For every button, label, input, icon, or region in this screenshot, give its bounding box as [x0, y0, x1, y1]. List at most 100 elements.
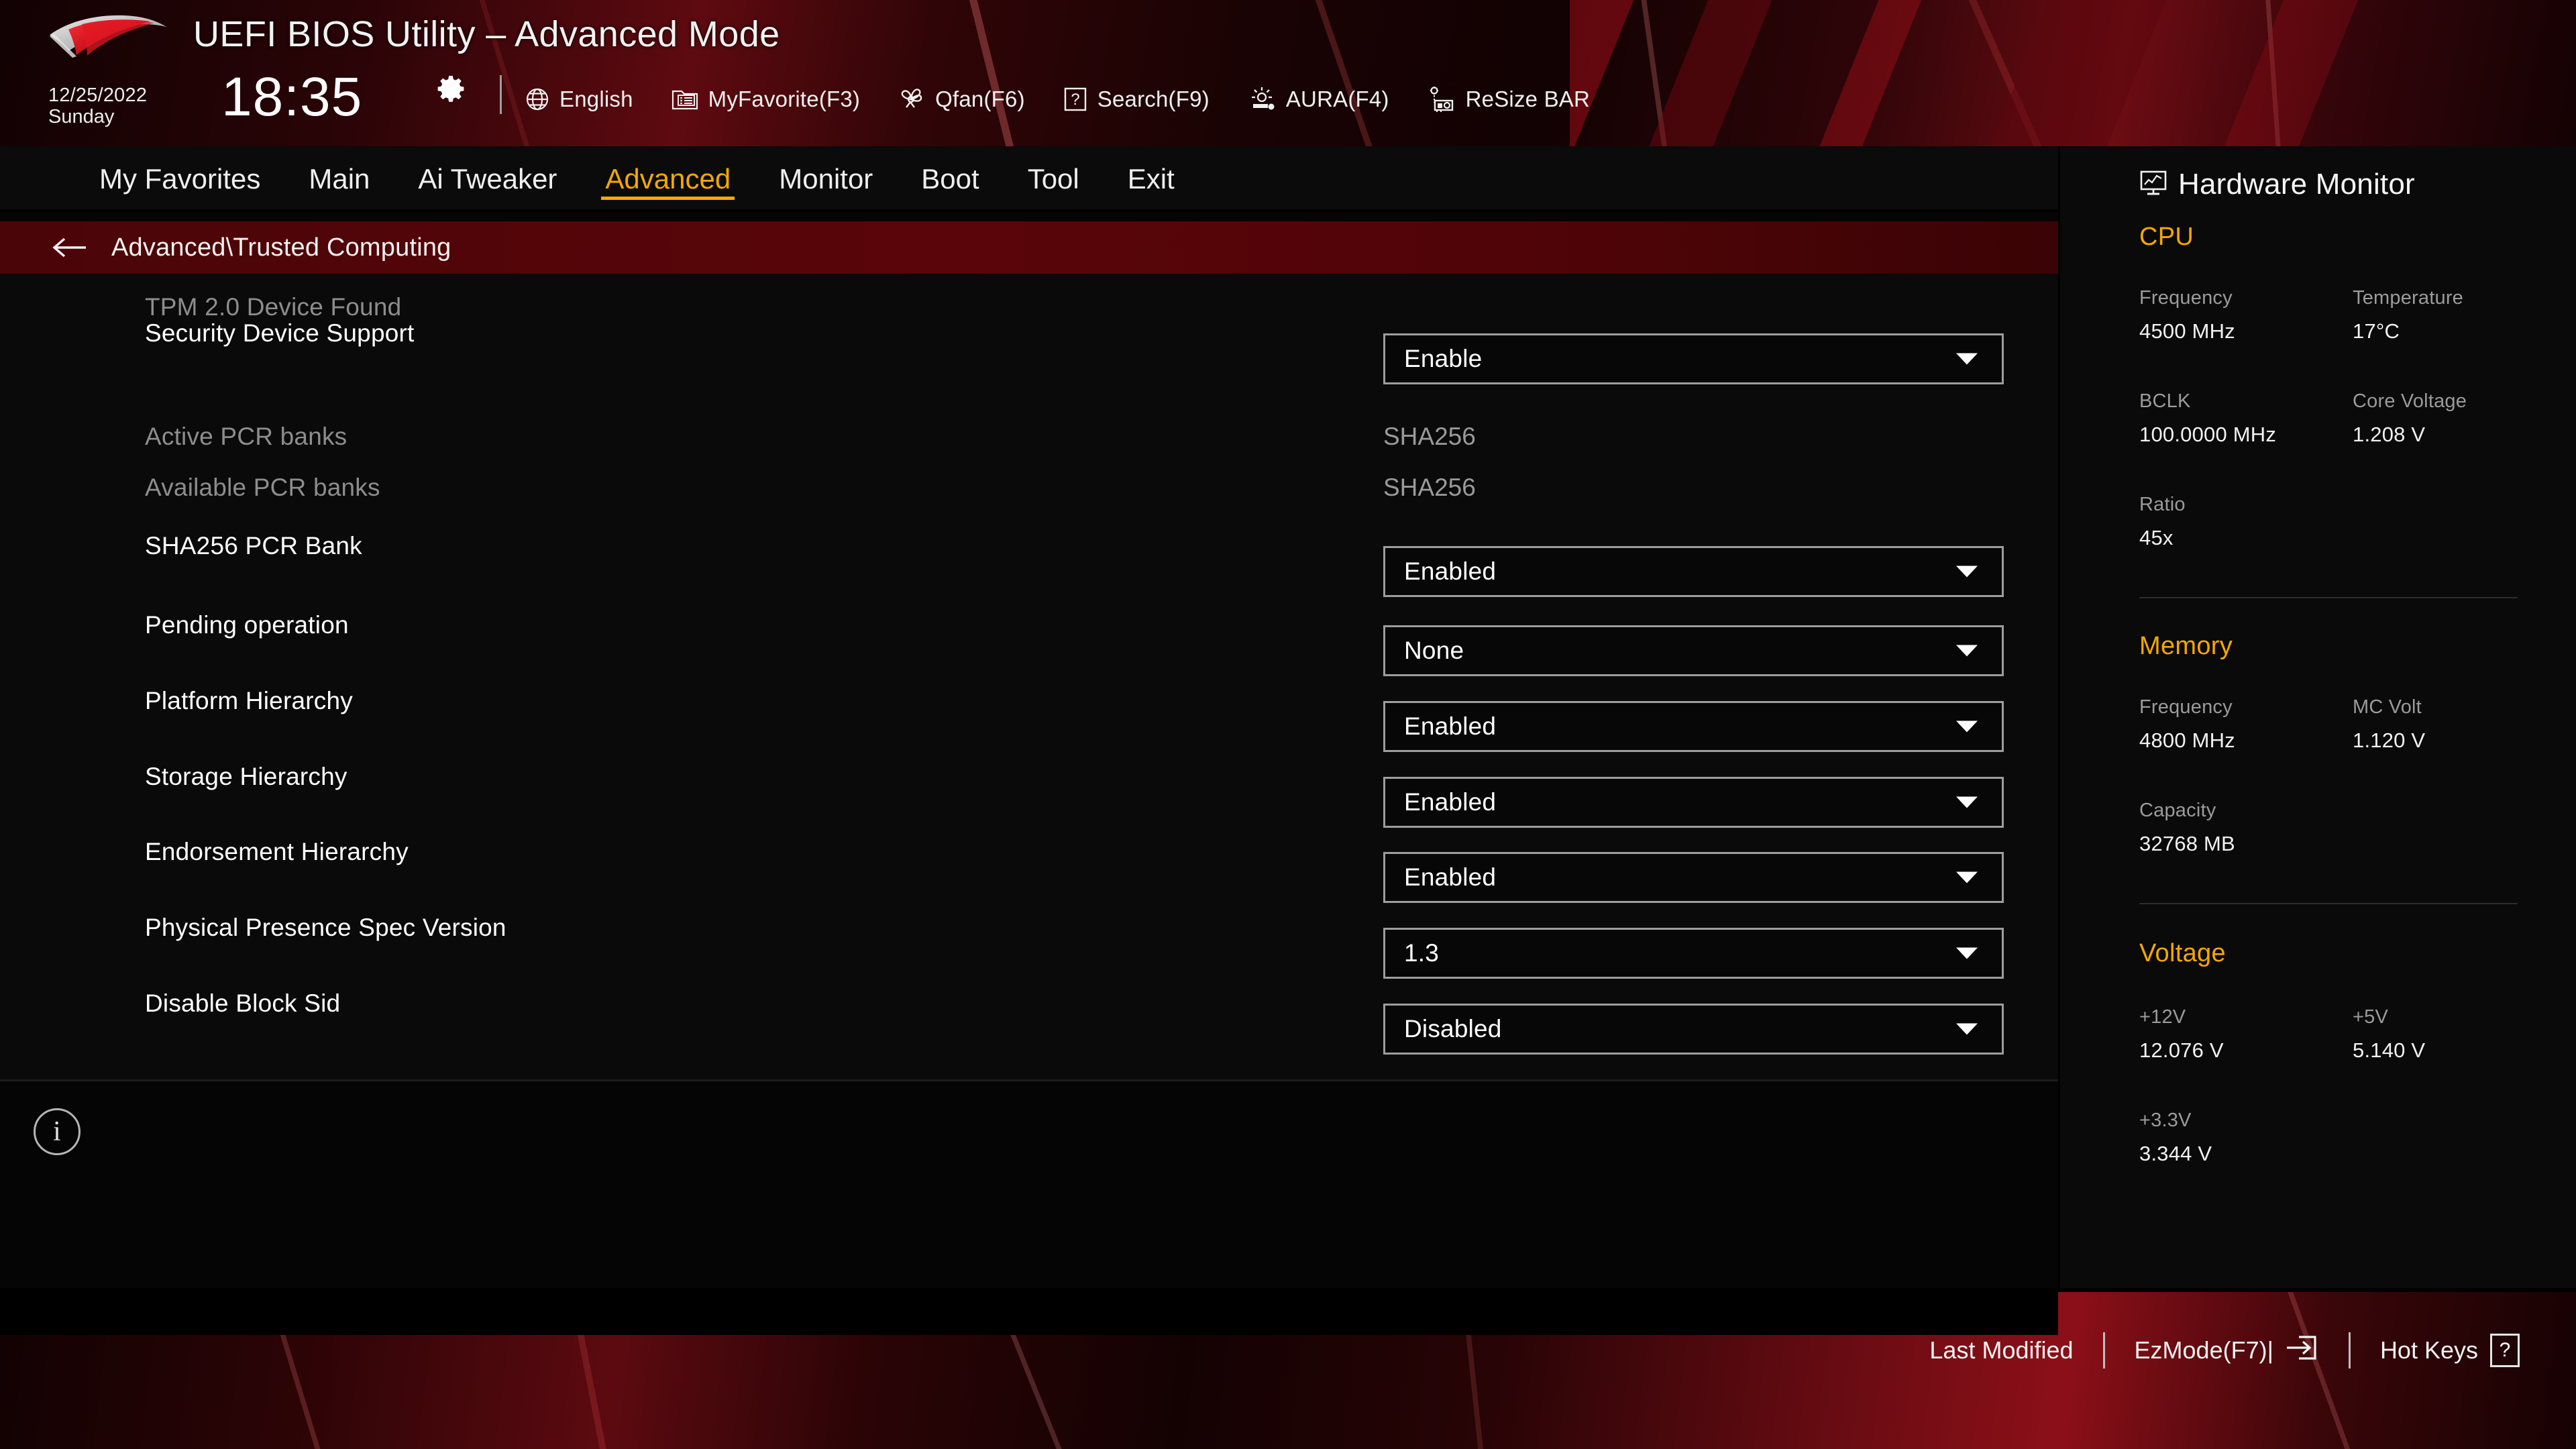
date-value: 12/25/2022 — [48, 85, 148, 106]
date-display: 12/25/2022 Sunday — [48, 85, 216, 127]
chevron-down-icon — [1956, 720, 1978, 733]
sha256-pcr-bank-dropdown[interactable]: Enabled — [1383, 546, 2004, 597]
hw-value-5v: 5.140 V — [2353, 1038, 2426, 1062]
hw-value-cpu-frequency: 4500 MHz — [2139, 319, 2235, 343]
hw-value-12v: 12.076 V — [2139, 1038, 2224, 1062]
dropdown-value: Enabled — [1404, 863, 1497, 891]
info-icon[interactable]: i — [34, 1108, 80, 1155]
tab-monitor[interactable]: Monitor — [755, 146, 897, 212]
hotkeys-button[interactable]: Hot Keys ? — [2380, 1334, 2520, 1367]
chevron-down-icon — [1956, 1023, 1978, 1035]
tab-exit[interactable]: Exit — [1104, 146, 1199, 212]
fan-icon — [898, 87, 926, 112]
footer-actions: Last Modified EzMode(F7)| Hot Keys ? — [1929, 1332, 2520, 1368]
tab-main[interactable]: Main — [284, 146, 394, 212]
setting-label: Active PCR banks — [145, 423, 347, 450]
footer-divider — [2102, 1332, 2105, 1368]
footer-top-strip — [0, 1288, 2058, 1335]
tab-ai-tweaker[interactable]: Ai Tweaker — [394, 146, 581, 212]
hw-divider — [2139, 597, 2518, 598]
hw-label-cpu-temperature: Temperature — [2353, 287, 2463, 309]
hw-value-core-voltage: 1.208 V — [2353, 423, 2426, 446]
chevron-down-icon — [1956, 871, 1978, 883]
setting-label: Pending operation — [145, 611, 349, 639]
hw-value-mc-volt: 1.120 V — [2353, 729, 2426, 752]
setting-label: Disable Block Sid — [145, 989, 341, 1017]
rog-logo-icon — [42, 9, 176, 58]
tab-boot[interactable]: Boot — [897, 146, 1003, 212]
ezmode-button[interactable]: EzMode(F7)| — [2135, 1333, 2319, 1368]
chevron-down-icon — [1956, 645, 1978, 657]
hw-label-mc-volt: MC Volt — [2353, 696, 2422, 718]
ezmode-label: EzMode(F7)| — [2134, 1336, 2273, 1364]
setting-label: Storage Hierarchy — [145, 763, 347, 790]
back-arrow-icon[interactable] — [51, 236, 87, 259]
dropdown-value: Enable — [1404, 345, 1483, 372]
security-device-support-dropdown[interactable]: Enable — [1383, 333, 2004, 384]
qfan-label: Qfan(F6) — [935, 87, 1025, 111]
hw-section-memory: Memory — [2139, 632, 2233, 660]
chevron-down-icon — [1956, 947, 1978, 959]
resizebar-button[interactable]: ReSize BAR — [1427, 86, 1590, 113]
hw-value-bclk: 100.0000 MHz — [2139, 423, 2277, 446]
resizebar-label: ReSize BAR — [1465, 87, 1591, 111]
storage-hierarchy-dropdown[interactable]: Enabled — [1383, 777, 2004, 828]
hw-label-12v: +12V — [2139, 1006, 2186, 1028]
page-title: UEFI BIOS Utility – Advanced Mode — [193, 14, 780, 54]
chevron-down-icon — [1956, 353, 1978, 365]
myfavorite-button[interactable]: MyFavorite(F3) — [671, 87, 861, 112]
platform-hierarchy-dropdown[interactable]: Enabled — [1383, 701, 2004, 752]
setting-value: SHA256 — [1383, 423, 1476, 450]
hw-value-mem-frequency: 4800 MHz — [2139, 729, 2235, 752]
setting-label: Physical Presence Spec Version — [145, 914, 506, 941]
monitor-graph-icon — [2139, 170, 2167, 200]
tab-my-favorites[interactable]: My Favorites — [75, 146, 284, 212]
language-button[interactable]: English — [525, 87, 633, 112]
dropdown-value: None — [1404, 637, 1464, 664]
disable-block-sid-dropdown[interactable]: Disabled — [1383, 1004, 2004, 1055]
question-box-icon: ? — [2490, 1334, 2520, 1367]
hardware-monitor-title: Hardware Monitor — [2139, 168, 2415, 201]
hw-section-voltage: Voltage — [2139, 939, 2226, 967]
hardware-monitor-panel: Hardware Monitor CPU Frequency 4500 MHz … — [2058, 146, 2576, 1288]
dropdown-value: Enabled — [1404, 788, 1497, 816]
dropdown-value: Disabled — [1404, 1015, 1502, 1042]
setting-label: Endorsement Hierarchy — [145, 838, 409, 865]
setting-label: Security Device Support — [145, 319, 415, 347]
hw-label-capacity: Capacity — [2139, 800, 2216, 821]
language-label: English — [559, 87, 633, 111]
hw-label-ratio: Ratio — [2139, 494, 2186, 515]
search-button[interactable]: ? Search(F9) — [1063, 87, 1210, 112]
chevron-down-icon — [1956, 796, 1978, 808]
settings-list: TPM 2.0 Device Found Security Device Sup… — [0, 274, 2058, 1081]
hw-label-core-voltage: Core Voltage — [2353, 390, 2467, 412]
hw-section-cpu: CPU — [2139, 223, 2194, 251]
setting-label: Platform Hierarchy — [145, 687, 353, 714]
header-toolbar: English MyFavorite(F3) Qfan(F6) ? Search… — [525, 79, 1627, 119]
tab-tool[interactable]: Tool — [1004, 146, 1104, 212]
hw-label-5v: +5V — [2353, 1006, 2389, 1028]
setting-label: SHA256 PCR Bank — [145, 532, 362, 559]
hw-value-cpu-temperature: 17°C — [2353, 319, 2400, 343]
gear-icon[interactable] — [435, 74, 467, 106]
last-modified-button[interactable]: Last Modified — [1929, 1336, 2073, 1364]
title-banner: UEFI BIOS Utility – Advanced Mode 12/25/… — [0, 0, 2576, 146]
header-divider — [500, 75, 502, 114]
breadcrumb[interactable]: Advanced\Trusted Computing — [0, 221, 2058, 274]
search-label: Search(F9) — [1097, 87, 1210, 111]
breadcrumb-path: Advanced\Trusted Computing — [111, 233, 451, 262]
endorsement-hierarchy-dropdown[interactable]: Enabled — [1383, 852, 2004, 903]
footer-right-strip — [2058, 1288, 2576, 1292]
tab-advanced[interactable]: Advanced — [581, 146, 755, 212]
clock-value: 18:35 — [221, 66, 363, 127]
myfavorite-label: MyFavorite(F3) — [708, 87, 861, 111]
aura-button[interactable]: AURA(F4) — [1247, 86, 1389, 113]
weekday-value: Sunday — [48, 106, 115, 127]
pending-operation-dropdown[interactable]: None — [1383, 625, 2004, 676]
hotkeys-label: Hot Keys — [2379, 1336, 2478, 1364]
qfan-button[interactable]: Qfan(F6) — [898, 87, 1025, 112]
svg-text:?: ? — [1071, 91, 1079, 109]
physical-presence-spec-version-dropdown[interactable]: 1.3 — [1383, 928, 2004, 979]
hw-value-3v3: 3.344 V — [2139, 1142, 2212, 1165]
bios-screen: UEFI BIOS Utility – Advanced Mode 12/25/… — [0, 0, 2576, 1449]
